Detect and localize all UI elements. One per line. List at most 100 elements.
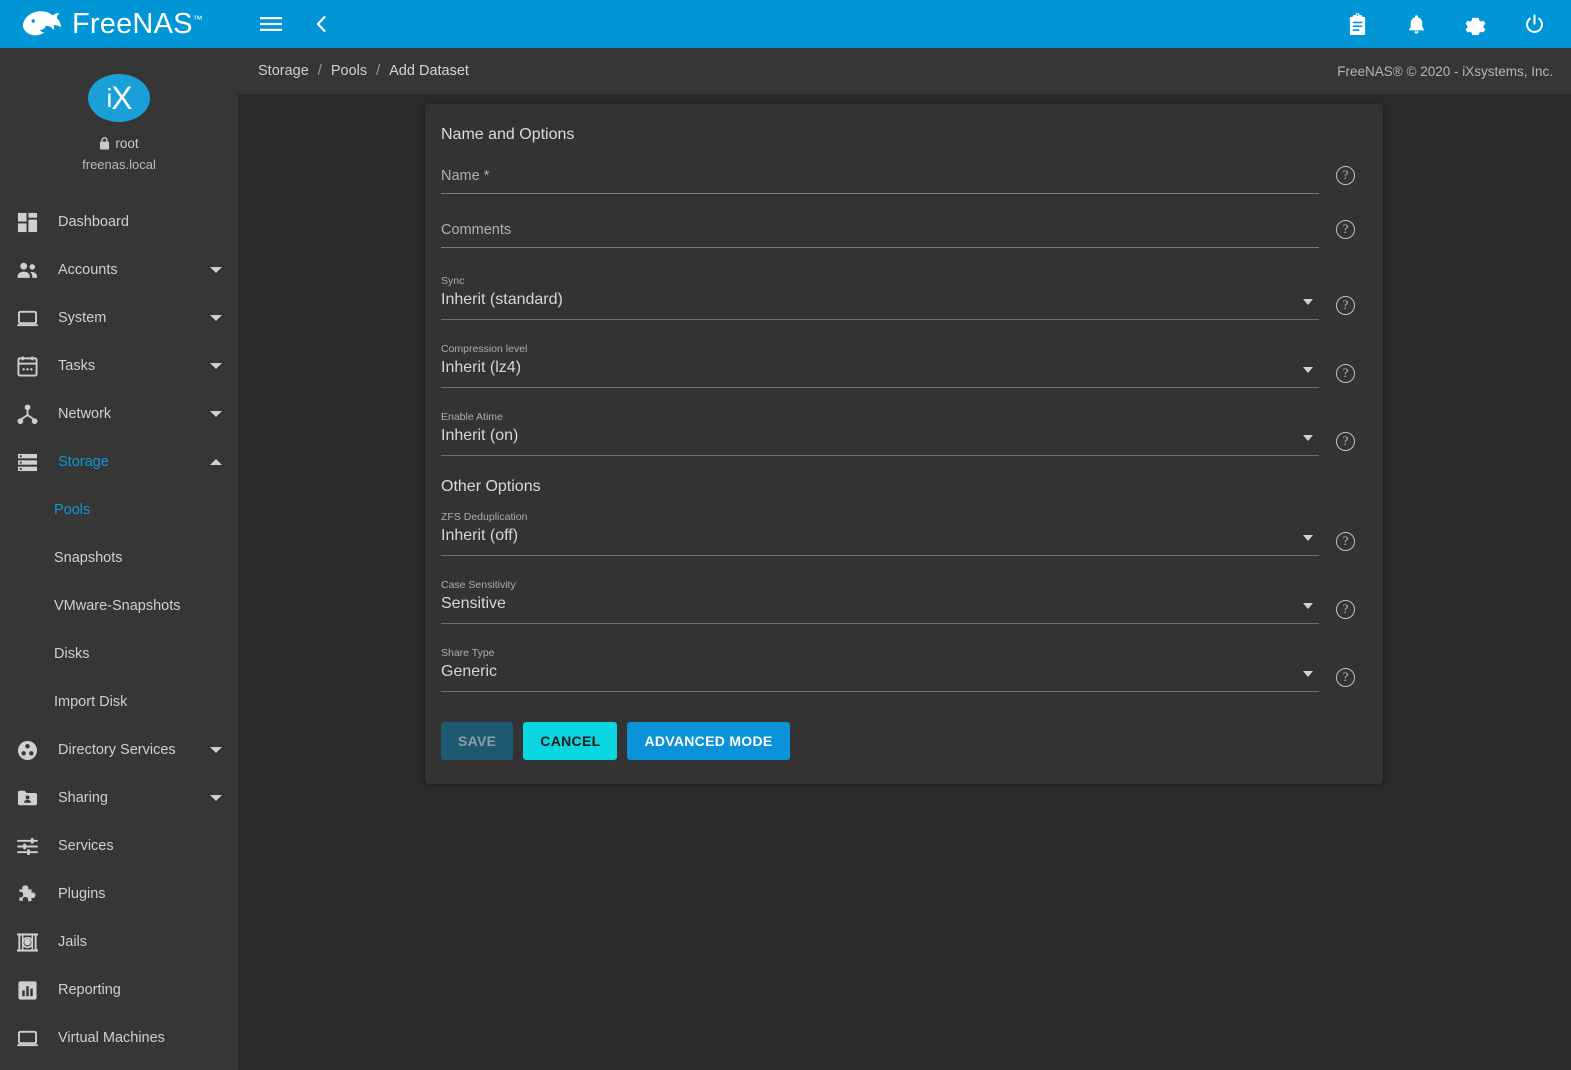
power-icon[interactable] [1521, 11, 1547, 37]
save-button[interactable]: SAVE [441, 722, 513, 760]
chevron-down-icon[interactable] [210, 411, 222, 417]
field-comments[interactable]: Comments ? [441, 220, 1359, 248]
field-sync-underline [441, 319, 1319, 320]
help-icon[interactable]: ? [1336, 364, 1355, 383]
chevron-down-icon[interactable] [1303, 435, 1313, 441]
sharing-folder-icon [12, 786, 42, 810]
sidebar-subitem-disks[interactable]: Disks [0, 630, 238, 678]
username-row[interactable]: root [0, 136, 238, 151]
lock-icon [99, 137, 110, 150]
sidebar-item-sharing[interactable]: Sharing [0, 774, 238, 822]
chevron-down-icon[interactable] [1303, 367, 1313, 373]
sidebar-item-network[interactable]: Network [0, 390, 238, 438]
sidebar-item-jails[interactable]: Jails [0, 918, 238, 966]
breadcrumb-separator: / [318, 63, 322, 79]
help-icon[interactable]: ? [1336, 532, 1355, 551]
cancel-button[interactable]: CANCEL [523, 722, 617, 760]
sidebar-item-plugins[interactable]: Plugins [0, 870, 238, 918]
help-icon[interactable]: ? [1336, 668, 1355, 687]
sidebar-item-label: Plugins [58, 886, 222, 902]
help-icon[interactable]: ? [1336, 166, 1355, 185]
sidebar-item-label: Tasks [58, 358, 210, 374]
sidebar-item-label: Services [58, 838, 222, 854]
sidebar-item-label: Jails [58, 934, 222, 950]
sidebar-subitem-pools[interactable]: Pools [0, 486, 238, 534]
sidebar-item-label: Storage [58, 454, 210, 470]
chevron-down-icon[interactable] [210, 747, 222, 753]
main-area: Storage / Pools / Add Dataset FreeNAS® ©… [238, 0, 1571, 1070]
breadcrumb-separator: / [376, 63, 380, 79]
content-area: Name and Options Name * ? Comments ? Syn… [238, 94, 1571, 1070]
breadcrumb-item-add-dataset: Add Dataset [389, 63, 469, 79]
sidebar-item-virtual-machines[interactable]: Virtual Machines [0, 1014, 238, 1062]
notifications-icon[interactable] [1403, 11, 1429, 37]
chevron-left-icon[interactable] [308, 11, 334, 37]
breadcrumb-item-pools[interactable]: Pools [331, 63, 367, 79]
sidebar-item-label: Reporting [58, 982, 222, 998]
sidebar-subitem-vmware-snapshots[interactable]: VMware-Snapshots [0, 582, 238, 630]
sidebar-item-label: System [58, 310, 210, 326]
sidebar-item-label: Dashboard [58, 214, 222, 230]
field-enable-atime-label: Enable Atime [441, 410, 1319, 424]
field-zfs-deduplication-underline [441, 555, 1319, 556]
sidebar-item-services[interactable]: Services [0, 822, 238, 870]
field-zfs-deduplication-label: ZFS Deduplication [441, 510, 1319, 524]
sidebar-item-dashboard[interactable]: Dashboard [0, 198, 238, 246]
field-share-type-underline [441, 691, 1319, 692]
breadcrumb-item-storage[interactable]: Storage [258, 63, 309, 79]
sidebar-subitem-import-disk[interactable]: Import Disk [0, 678, 238, 726]
field-case-sensitivity[interactable]: Case Sensitivity Sensitive ? [441, 578, 1359, 624]
user-panel: iX root freenas.local [0, 48, 238, 186]
sidebar-subitem-snapshots[interactable]: Snapshots [0, 534, 238, 582]
advanced-mode-button[interactable]: ADVANCED MODE [627, 722, 789, 760]
freenas-app-window: FreeNAS™ iX root freenas.local Dashboard [0, 0, 1571, 1070]
field-enable-atime[interactable]: Enable Atime Inherit (on) ? [441, 410, 1359, 456]
help-icon[interactable]: ? [1336, 220, 1355, 239]
chevron-up-icon[interactable] [210, 459, 222, 465]
sidebar-item-tasks[interactable]: Tasks [0, 342, 238, 390]
sidebar-item-accounts[interactable]: Accounts [0, 246, 238, 294]
brand-header[interactable]: FreeNAS™ [0, 0, 238, 48]
ix-avatar-x: X [111, 80, 131, 117]
field-name-label: Name * [441, 166, 1319, 186]
system-icon [12, 306, 42, 330]
section-title-name-and-options: Name and Options [441, 126, 1359, 144]
sidebar-subitem-label: Snapshots [54, 550, 238, 566]
sidebar-item-reporting[interactable]: Reporting [0, 966, 238, 1014]
chevron-down-icon[interactable] [1303, 535, 1313, 541]
chevron-down-icon[interactable] [210, 363, 222, 369]
chevron-down-icon[interactable] [1303, 299, 1313, 305]
field-comments-label: Comments [441, 220, 1319, 240]
field-name[interactable]: Name * ? [441, 166, 1359, 194]
field-sync[interactable]: Sync Inherit (standard) ? [441, 274, 1359, 320]
chevron-down-icon[interactable] [210, 795, 222, 801]
chevron-down-icon[interactable] [210, 315, 222, 321]
sidebar-item-system[interactable]: System [0, 294, 238, 342]
help-icon[interactable]: ? [1336, 296, 1355, 315]
field-sync-label: Sync [441, 274, 1319, 288]
chevron-down-icon[interactable] [1303, 671, 1313, 677]
hamburger-menu-icon[interactable] [258, 11, 284, 37]
field-zfs-deduplication[interactable]: ZFS Deduplication Inherit (off) ? [441, 510, 1359, 556]
directory-services-icon [12, 738, 42, 762]
chevron-down-icon[interactable] [1303, 603, 1313, 609]
copyright-text: FreeNAS® © 2020 - iXsystems, Inc. [1337, 64, 1553, 79]
virtual-machines-icon [12, 1026, 42, 1050]
help-icon[interactable]: ? [1336, 432, 1355, 451]
sidebar-item-storage[interactable]: Storage [0, 438, 238, 486]
field-enable-atime-underline [441, 455, 1319, 456]
sidebar-item-label: Accounts [58, 262, 210, 278]
field-share-type[interactable]: Share Type Generic ? [441, 646, 1359, 692]
field-compression-level[interactable]: Compression level Inherit (lz4) ? [441, 342, 1359, 388]
field-case-sensitivity-underline [441, 623, 1319, 624]
sidebar-item-directory-services[interactable]: Directory Services [0, 726, 238, 774]
tasks-calendar-icon [12, 354, 42, 378]
settings-gear-icon[interactable] [1462, 11, 1488, 37]
field-sync-value: Inherit (standard) [441, 288, 1319, 312]
sidebar-item-label: Sharing [58, 790, 210, 806]
task-manager-icon[interactable] [1344, 11, 1370, 37]
chevron-down-icon[interactable] [210, 267, 222, 273]
help-icon[interactable]: ? [1336, 600, 1355, 619]
sidebar-item-label: Network [58, 406, 210, 422]
accounts-icon [12, 258, 42, 282]
